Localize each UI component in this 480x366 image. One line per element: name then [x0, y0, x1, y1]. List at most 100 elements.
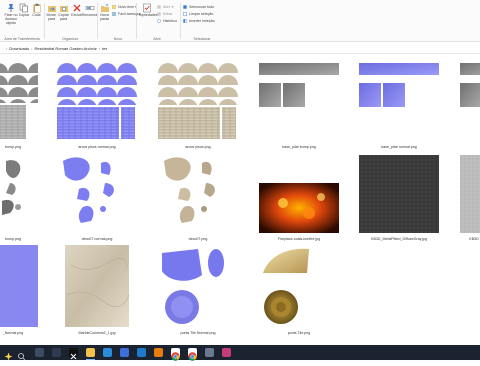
paste-label: Colar — [32, 13, 41, 17]
invert-selection-label: Inverter seleção — [189, 19, 215, 23]
file-thumbnail — [57, 61, 137, 139]
file-tile[interactable]: bump.png — [0, 153, 48, 251]
ribbon: Fixar no Acesso rápido Copiar Colar Área… — [0, 0, 480, 42]
file-tile[interactable]: Fireplace-coals-bonfire.jpg — [259, 153, 339, 251]
rename-button[interactable]: Renomear — [82, 3, 98, 18]
file-tile[interactable]: KB3D_MetalPitted_DiffuseGray.jpg — [359, 153, 439, 251]
file-tile[interactable]: bump.png — [0, 61, 48, 159]
history-button[interactable]: Histórico — [157, 19, 177, 23]
file-tile[interactable]: ponts Tile Normal.png — [158, 245, 238, 343]
address-bar[interactable]: › Downloads › Residential Roman Garden A… — [0, 43, 480, 54]
file-tile[interactable]: deco07 normal.png — [57, 153, 137, 251]
file-tile[interactable]: KB3D — [460, 153, 480, 251]
file-thumbnail — [158, 61, 238, 139]
chrome-icon[interactable] — [188, 348, 197, 361]
file-name: base_pilar normal.png — [381, 145, 417, 149]
properties-label: Propriedades — [136, 13, 158, 17]
new-item-icon — [112, 5, 116, 9]
select-none-label: Limpar seleção — [189, 12, 214, 16]
file-thumbnail — [460, 61, 480, 141]
file-thumbnail — [259, 61, 339, 141]
start-icon[interactable] — [4, 348, 13, 361]
breadcrumb-project[interactable]: Residential Roman Garden Archviz — [34, 46, 96, 51]
file-tile[interactable]: deco07.png — [158, 153, 238, 251]
file-tile[interactable] — [460, 61, 480, 159]
new-folder-icon — [100, 3, 109, 12]
file-thumbnail — [0, 245, 38, 327]
select-none-button[interactable]: Limpar seleção — [183, 12, 213, 16]
invert-selection-button[interactable]: Inverter seleção — [183, 19, 215, 23]
blender-icon[interactable] — [154, 348, 163, 357]
file-tile[interactable]: base_pilar normal.png — [359, 61, 439, 159]
pin-icon — [8, 4, 14, 12]
media-icon[interactable] — [103, 348, 112, 357]
file-name: deco07.png — [188, 237, 208, 241]
file-tile[interactable]: MarbleColumns2_1.jpg — [57, 245, 137, 343]
breadcrumb: › Downloads › Residential Roman Garden A… — [4, 46, 107, 51]
file-name: ponts Tile Normal.png — [180, 331, 216, 335]
select-all-button[interactable]: Selecionar tudo — [183, 5, 214, 9]
file-tile[interactable]: arcos pisos normal.png — [57, 61, 137, 159]
task-view-icon[interactable] — [35, 348, 44, 357]
x-app-icon[interactable] — [69, 348, 78, 360]
delete-button[interactable]: Excluir — [71, 3, 82, 18]
open-button[interactable]: Abrir ▾ — [157, 5, 173, 9]
file-tile[interactable]: base_pilar bump.png — [259, 61, 339, 159]
open-group-label: Abrir — [153, 36, 161, 41]
file-name: MarbleColumns2_1.jpg — [78, 331, 116, 335]
new-group-label: Novo — [113, 36, 123, 41]
file-thumbnail — [259, 183, 339, 233]
file-grid: bump.png arcos pisos normal.png arcos pi… — [0, 55, 480, 345]
file-thumbnail — [0, 153, 38, 233]
edit-label: Editar — [163, 12, 173, 16]
vscode-icon[interactable] — [137, 348, 146, 357]
select-all-label: Selecionar tudo — [189, 5, 214, 9]
delete-label: Excluir — [71, 13, 82, 17]
new-folder-label: Nova pasta — [100, 13, 109, 21]
history-icon — [157, 19, 161, 23]
pin-quick-access-button[interactable]: Fixar no Acesso rápido — [4, 3, 18, 25]
new-item-label: Novo item ▾ — [118, 5, 137, 9]
properties-check-icon — [143, 3, 151, 13]
open-label: Abrir ▾ — [163, 5, 174, 9]
edit-icon — [157, 12, 161, 16]
chrome-icon[interactable] — [171, 348, 180, 361]
file-name: _Normal.png — [2, 331, 24, 335]
ribbon-separator — [136, 3, 137, 39]
app-icon[interactable] — [52, 348, 61, 357]
file-name: bump.png — [5, 145, 21, 149]
file-name: arcos pisos.png — [185, 145, 211, 149]
invert-selection-icon — [183, 19, 187, 23]
breadcrumb-tex[interactable]: tex — [102, 46, 107, 51]
file-tile[interactable]: ponts Tile.png — [259, 245, 339, 343]
new-folder-button[interactable]: Nova pasta — [99, 3, 110, 22]
store-icon[interactable] — [120, 348, 129, 357]
clipboard-icon — [33, 3, 40, 13]
file-thumbnail — [158, 245, 238, 327]
move-to-button[interactable]: Mover para — [46, 3, 57, 22]
taskbar — [0, 345, 480, 361]
copy-to-label: Copiar para — [58, 13, 69, 21]
file-thumbnail — [0, 61, 38, 139]
properties-button[interactable]: Propriedades — [136, 3, 158, 18]
copy-icon — [19, 3, 28, 13]
settings-gear-icon[interactable] — [205, 348, 214, 357]
file-tile[interactable]: arcos pisos.png — [158, 61, 238, 159]
open-icon — [157, 5, 161, 9]
paint-icon[interactable] — [222, 348, 231, 357]
select-none-icon — [183, 12, 187, 16]
ribbon-separator — [97, 3, 98, 39]
copy-button[interactable]: Copiar — [18, 3, 30, 18]
move-to-label: Mover para — [46, 13, 57, 21]
file-tile[interactable]: _Normal.png — [0, 245, 48, 343]
file-thumbnail — [65, 245, 130, 327]
file-name: Fireplace-coals-bonfire.jpg — [277, 237, 321, 241]
file-explorer-icon[interactable] — [86, 348, 95, 357]
breadcrumb-downloads[interactable]: Downloads — [9, 46, 29, 51]
paste-button[interactable]: Colar — [31, 3, 42, 18]
edit-button[interactable]: Editar — [157, 12, 172, 16]
new-item-button[interactable]: Novo item ▾ — [112, 5, 137, 9]
move-folder-icon — [47, 6, 56, 12]
search-icon[interactable] — [17, 348, 26, 361]
copy-to-button[interactable]: Copiar para — [58, 3, 69, 22]
